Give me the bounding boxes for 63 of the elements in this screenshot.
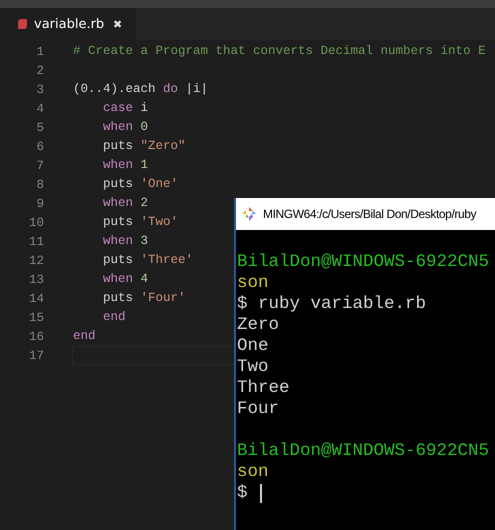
line-number: 2: [35, 64, 44, 78]
code-token: when: [102, 119, 134, 136]
code-token: 3: [140, 233, 148, 250]
code-token: 'One': [140, 176, 178, 193]
line-number: 15: [28, 310, 44, 324]
code-token: puts: [102, 214, 134, 231]
code-token: # Create a Program that converts Decimal numbers into E: [73, 43, 486, 60]
line-number: 16: [28, 330, 44, 344]
window-title: MINGW64:/c/Users/Bilal Don/Desktop/ruby: [263, 207, 476, 221]
code-token: 'Two': [140, 214, 178, 231]
line-number: 12: [28, 254, 44, 268]
code-token: "Zero": [140, 138, 186, 155]
terminal-line: $ ruby variable.rb: [237, 294, 426, 315]
ruby-file-icon: [18, 19, 27, 29]
code-token: 4: [140, 271, 148, 288]
line-number: 10: [28, 216, 44, 230]
line-number: 11: [28, 234, 44, 248]
code-token: 2: [140, 195, 148, 212]
code-token: when: [102, 233, 134, 250]
line-number: 3: [35, 82, 44, 96]
text-cursor: [260, 484, 262, 503]
code-token: puts: [102, 176, 134, 193]
code-token: when: [102, 195, 134, 212]
terminal-line: Four: [237, 399, 280, 420]
code-token: 'Three': [140, 252, 194, 269]
terminal-line: One: [237, 336, 269, 357]
terminal-line: BilalDon@WINDOWS-6922CN5: [237, 441, 490, 462]
code-token: puts: [102, 252, 134, 269]
line-number: 9: [35, 196, 44, 210]
code-token: i: [140, 100, 148, 117]
line-number: 17: [28, 348, 44, 362]
close-button[interactable]: ✖: [111, 18, 124, 30]
code-token: do: [163, 81, 178, 98]
line-number: 6: [35, 140, 44, 154]
code-token: end: [73, 328, 96, 345]
line-number: 7: [35, 158, 44, 172]
terminal-line: Two: [237, 357, 269, 378]
terminal-line: Zero: [237, 315, 280, 336]
code-token: when: [102, 157, 134, 174]
terminal-line: $: [237, 483, 248, 504]
code-token: case: [102, 100, 134, 117]
terminal-line: son: [237, 462, 269, 483]
line-number: 14: [28, 292, 44, 306]
code-token: 1: [140, 157, 148, 174]
code-token: puts: [102, 290, 134, 307]
code-token: puts: [102, 138, 134, 155]
line-number: 13: [28, 272, 44, 286]
code-token: when: [102, 271, 134, 288]
code-token: 'Four': [140, 290, 186, 307]
line-number: 1: [35, 44, 44, 58]
code-token: 0: [140, 119, 148, 136]
line-number: 4: [35, 102, 44, 116]
tab-label: variable.rb: [34, 16, 104, 32]
terminal-line: BilalDon@WINDOWS-6922CN5: [237, 252, 490, 273]
code-token: end: [102, 309, 126, 326]
editor-tab[interactable]: variable.rb ✖: [0, 8, 136, 40]
diamond-logo-icon: [241, 206, 257, 222]
code-token: (0..4).each: [73, 81, 157, 98]
line-number: 5: [35, 120, 44, 134]
code-token: |i|: [184, 81, 208, 98]
terminal-line: son: [237, 273, 269, 294]
line-number: 8: [35, 178, 44, 192]
terminal-line: Three: [237, 378, 290, 399]
